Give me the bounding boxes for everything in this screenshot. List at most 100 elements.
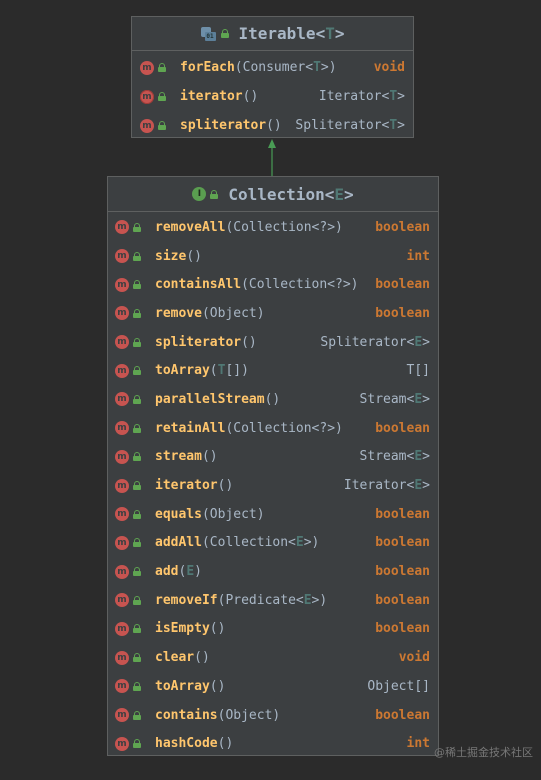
method-return-type: void — [398, 650, 430, 666]
lock-icon — [133, 423, 141, 433]
method-row-parallel-stream[interactable]: m parallelStream() Stream<E> — [115, 385, 430, 414]
method-return-type: Object[] — [367, 678, 430, 694]
method-return-type: boolean — [375, 420, 430, 436]
iterable-header-icons: 01 — [200, 26, 229, 41]
method-icon: m — [115, 736, 129, 751]
method-row-equals[interactable]: m equals(Object) boolean — [115, 500, 430, 529]
method-icon: m — [115, 421, 129, 436]
method-icon: m — [115, 650, 129, 665]
method-row-add-all[interactable]: m addAll(Collection<E>) boolean — [115, 529, 430, 558]
method-return-type: Iterator<E> — [343, 478, 430, 494]
method-name: spliterator — [155, 334, 242, 350]
method-row-remove-if[interactable]: m removeIf(Predicate<E>) boolean — [115, 586, 430, 615]
method-icons: m — [115, 535, 155, 550]
method-return-type: T[] — [406, 363, 430, 379]
lock-icon — [133, 739, 141, 749]
lock-icon — [133, 624, 141, 634]
iterable-header[interactable]: 01 Iterable < T > — [132, 17, 413, 51]
method-name: iterator — [180, 89, 243, 104]
method-name: add — [155, 564, 179, 580]
lock-icon — [133, 567, 141, 577]
method-icon: m — [115, 679, 129, 694]
method-signature: clear() — [155, 650, 399, 665]
collection-generic: E — [334, 184, 344, 204]
method-name: spliterator — [180, 118, 267, 133]
method-params: () — [194, 650, 210, 666]
method-row-remove[interactable]: m remove(Object) boolean — [115, 299, 430, 328]
method-icon: m — [115, 564, 129, 579]
method-name: equals — [155, 506, 202, 522]
method-icons: m — [115, 736, 155, 751]
method-icons: m — [115, 593, 155, 608]
method-params: (Object) — [201, 305, 265, 321]
method-row-spliterator[interactable]: m spliterator() Spliterator<E> — [115, 328, 430, 357]
method-icons: m — [115, 277, 155, 292]
collection-header[interactable]: I Collection < E > — [108, 177, 438, 212]
method-return-type: boolean — [375, 305, 430, 321]
collection-title: Collection < E > — [228, 184, 354, 204]
method-row-to-array[interactable]: m toArray() Object[] — [115, 672, 430, 701]
method-params: () — [201, 449, 218, 465]
lock-icon — [133, 394, 141, 404]
method-name: addAll — [155, 535, 202, 551]
lock-icon — [133, 308, 141, 318]
collection-class-box[interactable]: I Collection < E > m removeAll(Collection<?>… — [107, 176, 439, 756]
method-icons: m — [115, 449, 155, 464]
method-signature: forEach(Consumer<T>) — [180, 60, 374, 75]
method-icons: m — [115, 679, 155, 694]
method-params: () — [217, 736, 234, 752]
method-name: retainAll — [155, 420, 226, 436]
method-return-type: boolean — [375, 564, 430, 580]
method-row-size[interactable]: m size() int — [115, 242, 430, 271]
iterable-name: Iterable — [238, 24, 316, 43]
method-icon: m — [115, 593, 129, 608]
method-row-clear[interactable]: m clear() void — [115, 643, 430, 672]
lock-icon — [133, 481, 141, 491]
method-icon: m — [115, 335, 129, 350]
method-icons: m — [115, 708, 155, 723]
method-row-add[interactable]: m add(E) boolean — [115, 557, 430, 586]
lock-icon — [133, 251, 141, 261]
method-signature: spliterator() — [155, 335, 320, 350]
method-return-type: Stream<E> — [359, 449, 430, 465]
method-row-hash-code[interactable]: m hashCode() int — [115, 729, 430, 758]
method-params: (Collection<?>) — [225, 420, 343, 436]
method-row-spliterator[interactable]: m spliterator() Spliterator<T> — [140, 111, 405, 140]
method-row-is-empty[interactable]: m isEmpty() boolean — [115, 615, 430, 644]
method-row-remove-all[interactable]: m removeAll(Collection<?>) boolean — [115, 213, 430, 242]
method-icons: m — [115, 335, 155, 350]
method-row-contains-all[interactable]: m containsAll(Collection<?>) boolean — [115, 270, 430, 299]
method-row-for-each[interactable]: m forEach(Consumer<T>) void — [140, 53, 405, 82]
method-icons: m — [115, 478, 155, 493]
method-signature: iterator() — [180, 89, 319, 104]
method-row-iterator[interactable]: m iterator() Iterator<T> — [140, 82, 405, 111]
method-row-contains[interactable]: m contains(Object) boolean — [115, 701, 430, 730]
method-row-retain-all[interactable]: m retainAll(Collection<?>) boolean — [115, 414, 430, 443]
iterable-class-box[interactable]: 01 Iterable < T > m forEach(Consumer<T>) void… — [131, 16, 414, 138]
method-params: (Collection<E>) — [201, 535, 320, 551]
lock-icon — [133, 280, 141, 290]
method-params: () — [209, 621, 226, 637]
method-name: clear — [155, 650, 195, 666]
method-icon: m — [115, 220, 129, 235]
method-icons: m — [115, 621, 155, 636]
collection-name: Collection — [228, 184, 325, 204]
method-return-type: Iterator<T> — [318, 89, 405, 104]
iterable-method-list: m forEach(Consumer<T>) void m iterator() Iter… — [132, 51, 413, 140]
method-row-iterator[interactable]: m iterator() Iterator<E> — [115, 471, 430, 500]
method-signature: isEmpty() — [155, 621, 375, 636]
method-params: (Collection<?>) — [225, 219, 343, 235]
watermark: @稀土掘金技术社区 — [434, 746, 533, 759]
method-icons: m — [115, 249, 155, 264]
lock-icon — [133, 595, 141, 605]
method-icon: m — [115, 507, 129, 522]
inheritance-arrow-head — [268, 139, 276, 148]
method-signature: add(E) — [155, 564, 375, 579]
method-icons: m — [115, 392, 155, 407]
method-row-stream[interactable]: m stream() Stream<E> — [115, 443, 430, 472]
method-params: () — [217, 478, 234, 494]
method-params: () — [186, 248, 202, 264]
lock-icon — [133, 681, 141, 691]
method-row-to-array[interactable]: m toArray(T[]) T[] — [115, 356, 430, 385]
method-icons: m — [115, 220, 155, 235]
